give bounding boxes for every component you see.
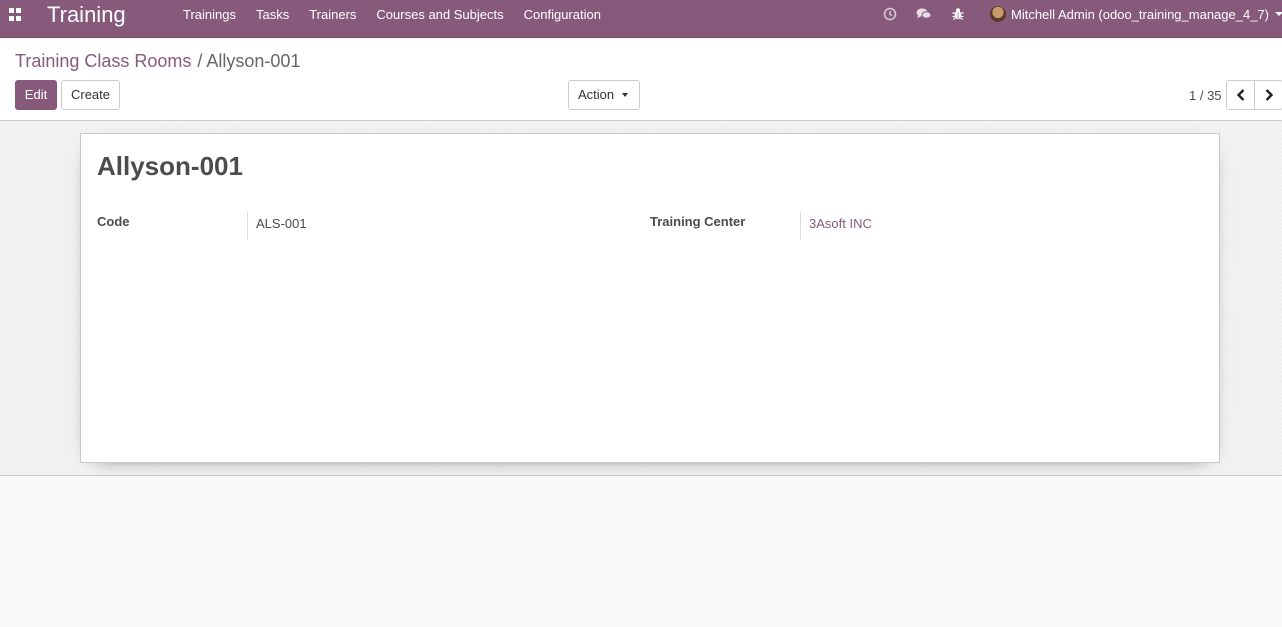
training-center-link[interactable]: 3Asoft INC: [800, 212, 872, 240]
training-center-label: Training Center: [650, 214, 746, 229]
menu-item-trainings[interactable]: Trainings: [173, 0, 246, 28]
pager-value[interactable]: 1 / 35: [1189, 88, 1222, 103]
user-menu[interactable]: Mitchell Admin (odoo_training_manage_4_7…: [990, 0, 1282, 28]
control-panel: Training Class Rooms / Allyson-001 Edit Cr…: [0, 38, 1282, 121]
user-name: Mitchell Admin (odoo_training_manage_4_7…: [1011, 6, 1269, 22]
create-button[interactable]: Create: [61, 80, 120, 110]
form-view-background: Allyson-001 Code ALS-001 Training Center…: [0, 121, 1282, 476]
code-label: Code: [97, 214, 130, 229]
apps-menu-icon[interactable]: [9, 8, 22, 21]
menu-item-courses-and-subjects[interactable]: Courses and Subjects: [366, 0, 513, 28]
menu-item-trainers[interactable]: Trainers: [299, 0, 366, 28]
breadcrumb-current: Allyson-001: [206, 51, 301, 71]
menu-item-configuration[interactable]: Configuration: [514, 0, 611, 28]
avatar: [990, 6, 1006, 22]
pager-previous-button[interactable]: [1226, 80, 1255, 110]
pager-next-button[interactable]: [1254, 80, 1282, 110]
clock-icon[interactable]: [883, 7, 897, 21]
edit-button[interactable]: Edit: [15, 80, 57, 110]
app-brand[interactable]: Training: [47, 2, 126, 28]
form-sheet: Allyson-001 Code ALS-001 Training Center…: [80, 133, 1220, 463]
main-menu: Trainings Tasks Trainers Courses and Sub…: [173, 0, 611, 28]
bug-icon[interactable]: [951, 7, 965, 21]
menu-item-tasks[interactable]: Tasks: [246, 0, 299, 28]
breadcrumb: Training Class Rooms / Allyson-001: [15, 50, 300, 72]
code-value: ALS-001: [247, 212, 307, 240]
record-title: Allyson-001: [97, 151, 243, 181]
chevron-down-icon: [1275, 12, 1282, 16]
caret-down-icon: [622, 93, 628, 97]
chevron-right-icon: [1265, 89, 1274, 101]
breadcrumb-separator: /: [197, 51, 203, 71]
chat-icon[interactable]: [916, 7, 932, 21]
action-label: Action: [578, 87, 615, 102]
chevron-left-icon: [1236, 89, 1245, 101]
breadcrumb-parent-link[interactable]: Training Class Rooms: [15, 51, 191, 71]
action-dropdown-button[interactable]: Action: [568, 80, 640, 110]
top-navbar: Training Trainings Tasks Trainers Course…: [0, 0, 1282, 38]
